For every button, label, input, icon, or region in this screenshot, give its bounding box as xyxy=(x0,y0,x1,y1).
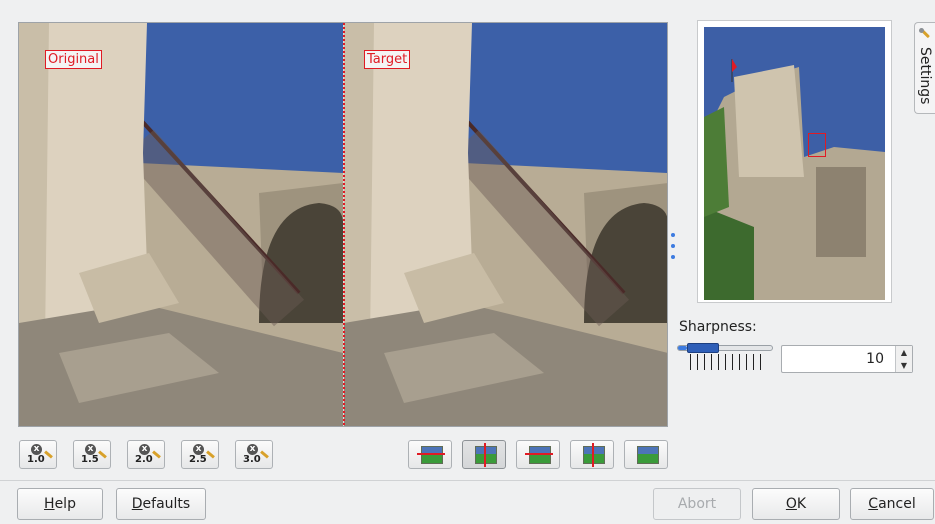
mode-split-vertical-button[interactable] xyxy=(570,440,614,469)
settings-tab-label: Settings xyxy=(917,47,933,105)
wand-icon xyxy=(206,450,215,459)
spin-up-icon[interactable]: ▲ xyxy=(896,346,912,359)
zoom-2-0-button[interactable]: x 2.0 xyxy=(127,440,165,469)
abort-button[interactable]: Abort xyxy=(653,488,741,520)
defaults-button[interactable]: Defaults xyxy=(116,488,206,520)
original-preview: Original xyxy=(19,23,343,426)
viewport-marker[interactable] xyxy=(808,133,826,157)
spin-arrows[interactable]: ▲ ▼ xyxy=(895,346,912,372)
zoom-label: 1.0 xyxy=(27,454,45,465)
zoom-1-5-button[interactable]: x 1.5 xyxy=(73,440,111,469)
sharpness-slider-ticks xyxy=(690,354,762,370)
wand-icon xyxy=(98,450,107,459)
abort-label: Abort xyxy=(677,496,717,512)
navigator-thumbnail[interactable] xyxy=(697,20,892,303)
mode-split-vertical-card-button[interactable] xyxy=(462,440,506,469)
split-divider[interactable] xyxy=(343,23,345,426)
sharpness-value[interactable]: 10 xyxy=(866,351,884,367)
help-mnemonic: H xyxy=(44,496,55,512)
splitter-dot[interactable] xyxy=(671,255,675,259)
zoom-label: 3.0 xyxy=(243,454,261,465)
split-horizontal-icon xyxy=(529,446,551,464)
zoom-2-5-button[interactable]: x 2.5 xyxy=(181,440,219,469)
help-label: elp xyxy=(54,496,76,512)
split-vertical-icon xyxy=(583,446,605,464)
mode-split-vertical-duplicate-button[interactable] xyxy=(408,440,452,469)
splitter-dot[interactable] xyxy=(671,244,675,248)
zoom-1-0-button[interactable]: x 1.0 xyxy=(19,440,57,469)
ok-button[interactable]: OK xyxy=(752,488,840,520)
wand-icon xyxy=(152,450,161,459)
target-label: Target xyxy=(364,50,411,69)
zoom-label: 2.0 xyxy=(135,454,153,465)
cancel-label: ancel xyxy=(878,496,916,512)
mode-split-horizontal-button[interactable] xyxy=(516,440,560,469)
target-image-icon xyxy=(637,446,659,464)
cancel-mnemonic: C xyxy=(868,496,879,512)
settings-tab[interactable]: Settings xyxy=(914,22,935,114)
wand-icon xyxy=(44,450,53,459)
defaults-mnemonic: D xyxy=(131,496,143,512)
sharpness-spinbox[interactable]: 10 ▲ ▼ xyxy=(781,345,913,373)
split-line-icon xyxy=(417,453,445,455)
ok-label: K xyxy=(796,496,807,512)
help-button[interactable]: Help xyxy=(17,488,103,520)
split-line-icon xyxy=(592,443,594,467)
sharpness-slider-fill xyxy=(678,346,688,350)
sharpness-label: Sharpness: xyxy=(679,319,757,335)
split-line-icon xyxy=(484,443,486,467)
target-preview: Target xyxy=(344,23,667,426)
wrench-icon xyxy=(919,28,930,38)
cancel-button[interactable]: Cancel xyxy=(850,488,934,520)
image-preview[interactable]: Original Target xyxy=(18,22,668,427)
original-label: Original xyxy=(45,50,102,69)
split-line-icon xyxy=(525,453,553,455)
ok-mnemonic: O xyxy=(785,496,797,512)
zoom-label: 1.5 xyxy=(81,454,99,465)
wand-icon xyxy=(260,450,269,459)
split-duplicate-icon xyxy=(421,446,443,464)
splitter-dot[interactable] xyxy=(671,233,675,237)
thumbnail-image xyxy=(704,27,885,300)
zoom-label: 2.5 xyxy=(189,454,207,465)
spin-down-icon[interactable]: ▼ xyxy=(896,359,912,372)
sharpness-slider-handle[interactable] xyxy=(687,343,719,353)
separator xyxy=(0,480,935,481)
mode-target-only-button[interactable] xyxy=(624,440,668,469)
split-card-icon xyxy=(475,446,497,464)
defaults-label: efaults xyxy=(142,496,191,512)
zoom-3-0-button[interactable]: x 3.0 xyxy=(235,440,273,469)
